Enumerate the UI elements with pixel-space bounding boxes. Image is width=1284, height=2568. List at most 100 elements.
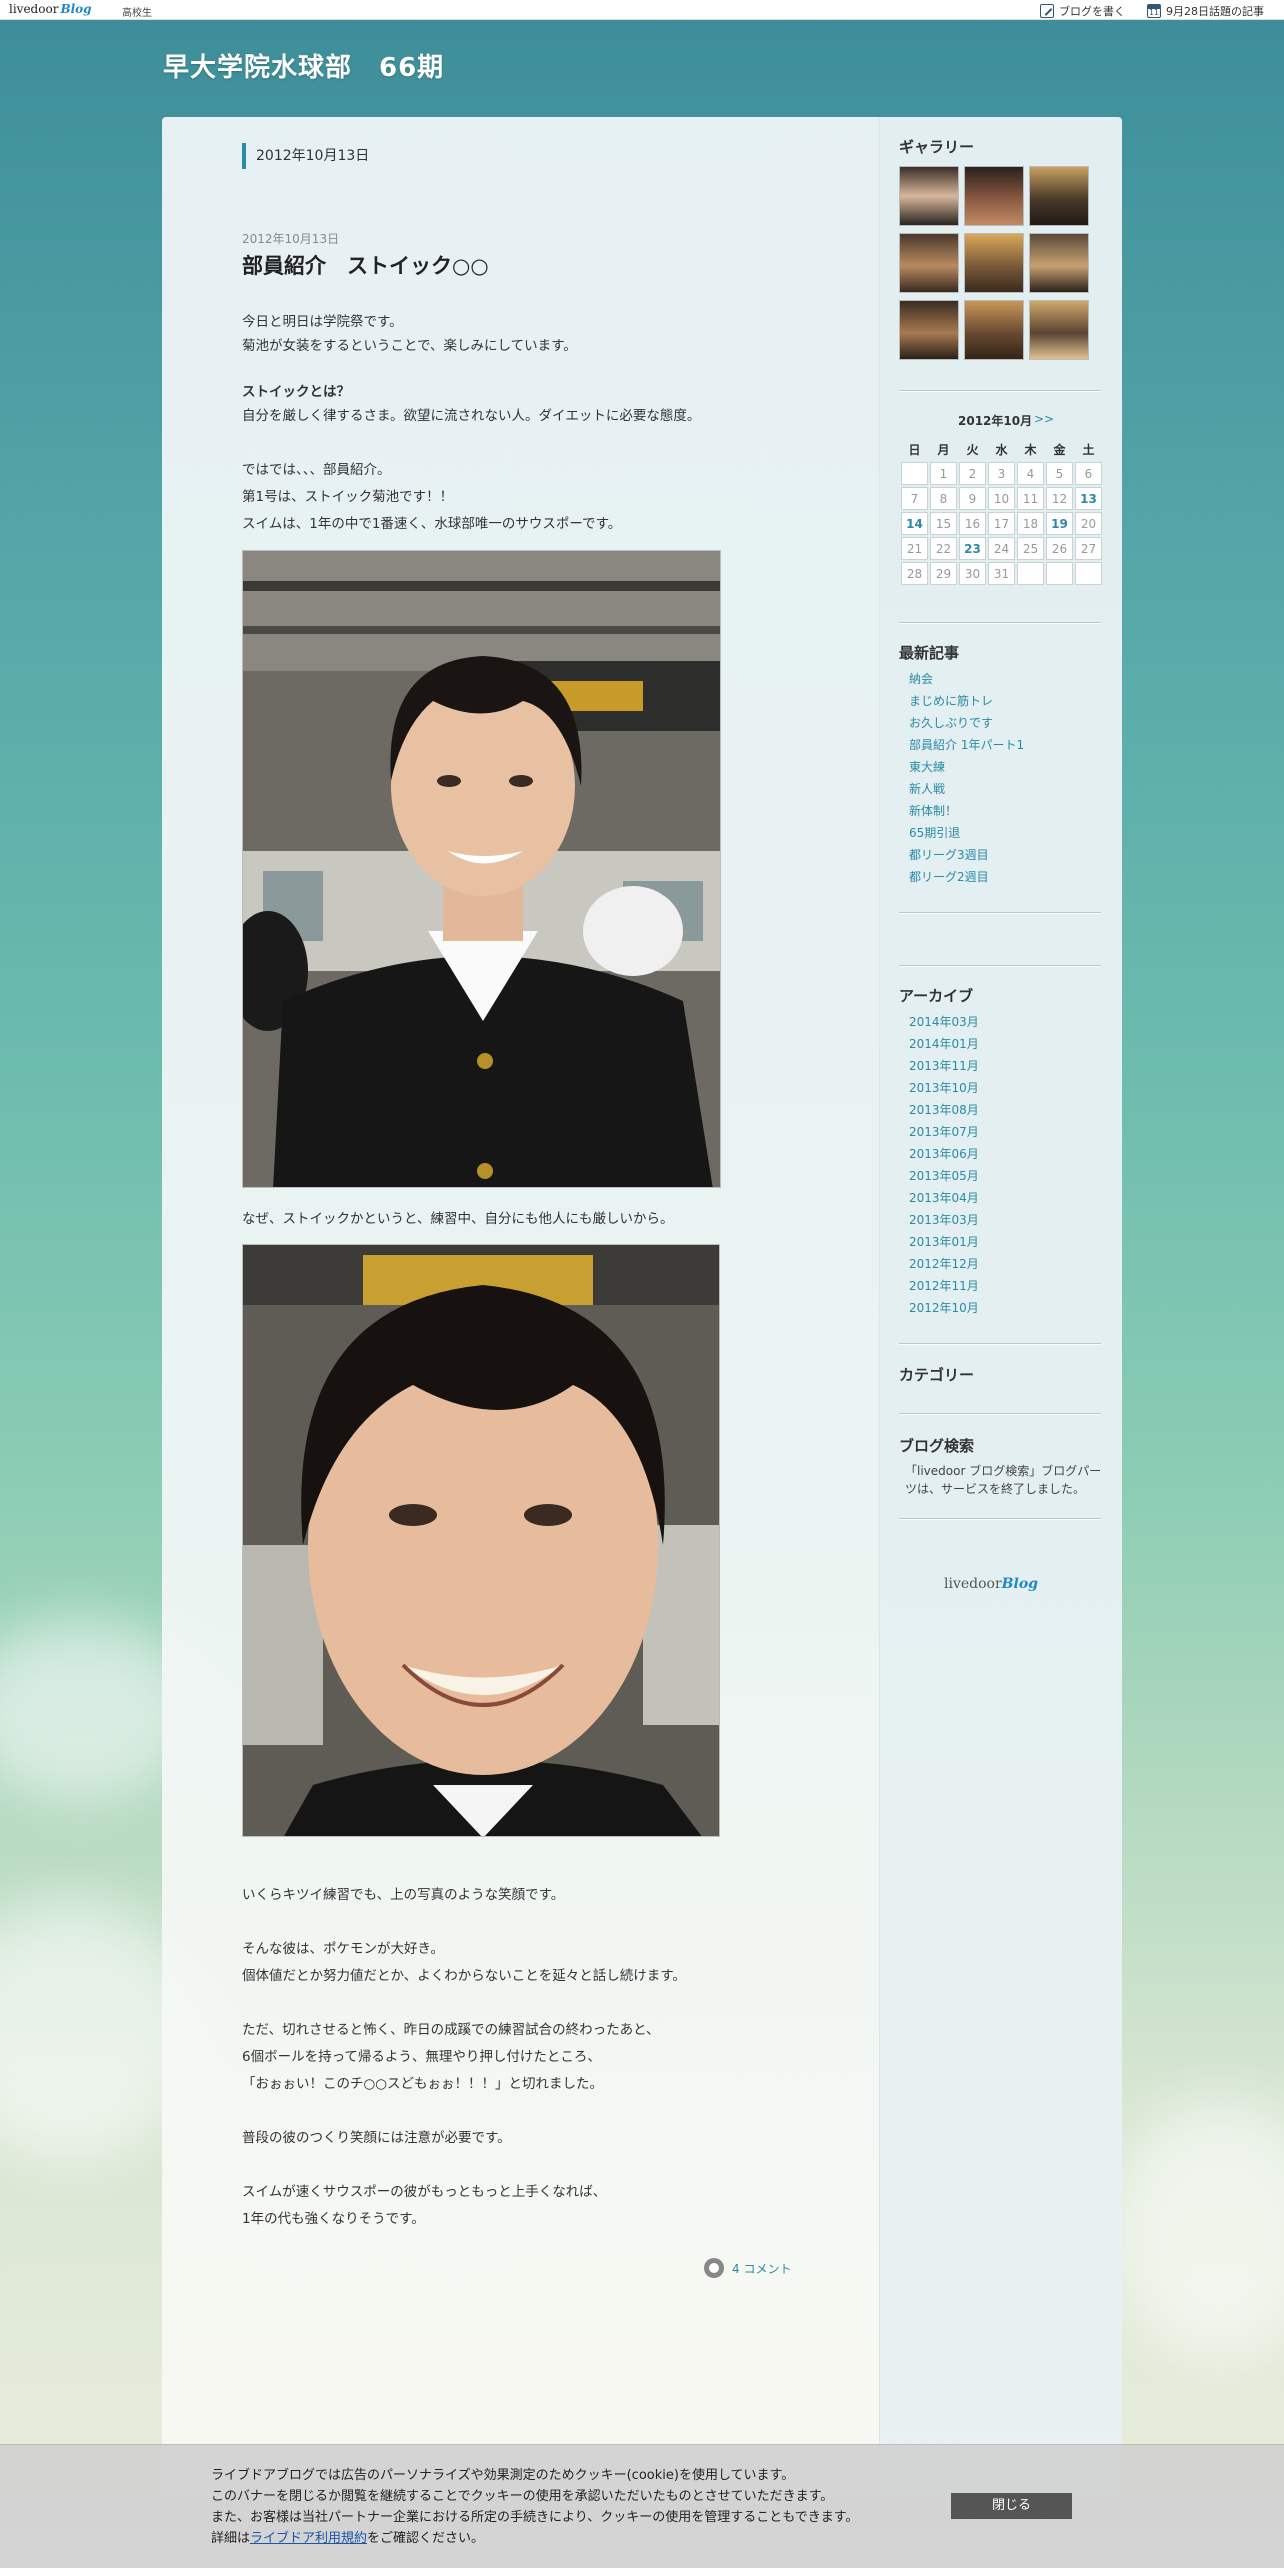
calendar-day: 8 xyxy=(930,487,957,510)
calendar-day: 6 xyxy=(1075,462,1102,485)
recent-post-link[interactable]: 65期引退 xyxy=(909,822,1024,844)
gallery-thumbnail[interactable] xyxy=(1029,233,1089,293)
calendar-empty-cell xyxy=(1075,562,1102,585)
calendar-day: 31 xyxy=(988,562,1015,585)
livedoor-blog-logo[interactable]: livedoor Blog xyxy=(9,2,92,16)
calendar-day: 5 xyxy=(1046,462,1073,485)
category-title: カテゴリー xyxy=(899,1366,975,1384)
calendar-day: 30 xyxy=(959,562,986,585)
terms-link[interactable]: ライブドア利用規約 xyxy=(250,2531,367,2546)
archive-title: アーカイブ xyxy=(899,987,974,1005)
comments-label: 4 コメント xyxy=(732,2261,792,2276)
archive-link[interactable]: 2013年08月 xyxy=(909,1099,979,1121)
archive-link[interactable]: 2013年01月 xyxy=(909,1231,979,1253)
calendar-day: 10 xyxy=(988,487,1015,510)
post-text: ではでは、、、部員紹介。 xyxy=(242,462,391,478)
recent-post-link[interactable]: まじめに筋トレ xyxy=(909,690,1024,712)
background-cloud xyxy=(1110,2100,1284,2360)
gallery-thumbnail[interactable] xyxy=(899,166,959,226)
gallery-thumbnail[interactable] xyxy=(899,300,959,360)
livedoor-blog-footer-logo[interactable]: livedoorBlog xyxy=(944,1576,1038,1592)
recent-post-link[interactable]: お久しぶりです xyxy=(909,712,1024,734)
write-blog-link[interactable]: ブログを書く xyxy=(1040,3,1125,19)
recent-post-link[interactable]: 都リーグ2週目 xyxy=(909,866,1024,888)
calendar-day: 17 xyxy=(988,512,1015,535)
write-blog-label: ブログを書く xyxy=(1059,5,1125,18)
archive-link[interactable]: 2013年05月 xyxy=(909,1165,979,1187)
post-text: 個体値だとか努力値だとか、よくわからないことを延々と話し続けます。 xyxy=(242,1968,686,1984)
post-text: ストイックとは？ xyxy=(242,384,350,400)
recent-post-link[interactable]: 東大練 xyxy=(909,756,1024,778)
trending-link[interactable]: 9月28日話題の記事 xyxy=(1147,3,1264,19)
archive-link[interactable]: 2014年03月 xyxy=(909,1011,979,1033)
cookie-close-button[interactable]: 閉じる xyxy=(951,2493,1072,2519)
calendar-day: 16 xyxy=(959,512,986,535)
calendar-next-link[interactable]: >> xyxy=(1034,412,1054,426)
gallery-thumbnail[interactable] xyxy=(1029,300,1089,360)
cookie-line: 詳細はライブドア利用規約をご確認ください。 xyxy=(211,2528,858,2549)
post-title[interactable]: 部員紹介 ストイック○○ xyxy=(242,250,489,280)
post-text: 今日と明日は学院祭です。 xyxy=(242,314,403,330)
gallery-thumbnail[interactable] xyxy=(899,233,959,293)
photo-image xyxy=(243,1245,719,1836)
blog-title[interactable]: 早大学院水球部 66期 xyxy=(163,47,444,84)
archive-link[interactable]: 2013年10月 xyxy=(909,1077,979,1099)
blog-search-note: 「livedoor ブログ検索」ブログパーツは、サービスを終了しました。 xyxy=(905,1464,1102,1496)
post-text: いくらキツイ練習でも、上の写真のような笑顔です。 xyxy=(242,1887,565,1903)
archive-link[interactable]: 2014年01月 xyxy=(909,1033,979,1055)
calendar-day: 18 xyxy=(1017,512,1044,535)
category-link[interactable]: 高校生 xyxy=(122,4,152,19)
sidebar-divider xyxy=(899,1413,1101,1415)
post-text: 第1号は、ストイック菊池です！！ xyxy=(242,489,454,505)
recent-posts-title: 最新記事 xyxy=(899,644,960,662)
top-bar: livedoorBlog 高校生 ブログを書く 9月28日話題の記事 xyxy=(0,0,1284,20)
archive-link[interactable]: 2013年03月 xyxy=(909,1209,979,1231)
calendar-day[interactable]: 13 xyxy=(1075,487,1102,510)
calendar-day: 3 xyxy=(988,462,1015,485)
recent-post-link[interactable]: 納会 xyxy=(909,668,1024,690)
calendar-day: 27 xyxy=(1075,537,1102,560)
cookie-line-prefix: 詳細は xyxy=(211,2531,251,2546)
archive-link[interactable]: 2013年04月 xyxy=(909,1187,979,1209)
post-photo[interactable] xyxy=(242,550,721,1188)
archive-link[interactable]: 2012年10月 xyxy=(909,1297,979,1319)
post-text: そんな彼は、ポケモンが大好き。 xyxy=(242,1941,444,1957)
archive-link[interactable]: 2013年07月 xyxy=(909,1121,979,1143)
calendar-day: 9 xyxy=(959,487,986,510)
post-text: 菊池が女装をするということで、楽しみにしています。 xyxy=(242,338,577,354)
gallery-thumbnail[interactable] xyxy=(964,166,1024,226)
comments-link[interactable]: 4 コメント xyxy=(704,2258,791,2278)
archive-link[interactable]: 2013年06月 xyxy=(909,1143,979,1165)
archive-link[interactable]: 2013年11月 xyxy=(909,1055,979,1077)
archive-link[interactable]: 2012年12月 xyxy=(909,1253,979,1275)
calendar-weekday: 木 xyxy=(1024,442,1037,457)
post-text: スイムは、1年の中で1番速く、水球部唯一のサウスポーです。 xyxy=(242,516,622,532)
gallery-thumbnail[interactable] xyxy=(964,300,1024,360)
sidebar-divider xyxy=(899,622,1101,624)
calendar-day: 26 xyxy=(1046,537,1073,560)
recent-post-link[interactable]: 新人戦 xyxy=(909,778,1024,800)
post-text: 普段の彼のつくり笑顔には注意が必要です。 xyxy=(242,2130,511,2146)
date-header: 2012年10月13日 xyxy=(242,143,369,169)
calendar-day[interactable]: 19 xyxy=(1046,512,1073,535)
calendar-day[interactable]: 23 xyxy=(959,537,986,560)
post-photo[interactable] xyxy=(242,1244,720,1837)
comment-icon xyxy=(704,2258,724,2278)
recent-post-link[interactable]: 部員紹介 1年パート1 xyxy=(909,734,1024,756)
gallery-thumbnail[interactable] xyxy=(964,233,1024,293)
recent-post-link[interactable]: 新体制！ xyxy=(909,800,1024,822)
post-text: 「おぉぉい！このチ○○スどもぉぉ！！！」と切れました。 xyxy=(242,2076,604,2092)
archive-link[interactable]: 2012年11月 xyxy=(909,1275,979,1297)
calendar-day: 4 xyxy=(1017,462,1044,485)
recent-post-link[interactable]: 都リーグ3週目 xyxy=(909,844,1024,866)
calendar-day[interactable]: 14 xyxy=(901,512,928,535)
sidebar-divider xyxy=(899,390,1101,392)
cookie-banner: ライブドアブログでは広告のパーソナライズや効果測定のためクッキー(cookie)… xyxy=(0,2444,1284,2568)
post-text: 6個ボールを持って帰るよう、無理やり押し付けたところ、 xyxy=(242,2049,601,2065)
photo-image xyxy=(243,551,720,1187)
calendar-empty-cell xyxy=(901,462,928,485)
gallery-thumbnail[interactable] xyxy=(1029,166,1089,226)
calendar-empty-cell xyxy=(1017,562,1044,585)
calendar-icon xyxy=(1147,4,1161,18)
cookie-line: ライブドアブログでは広告のパーソナライズや効果測定のためクッキー(cookie)… xyxy=(211,2468,795,2483)
